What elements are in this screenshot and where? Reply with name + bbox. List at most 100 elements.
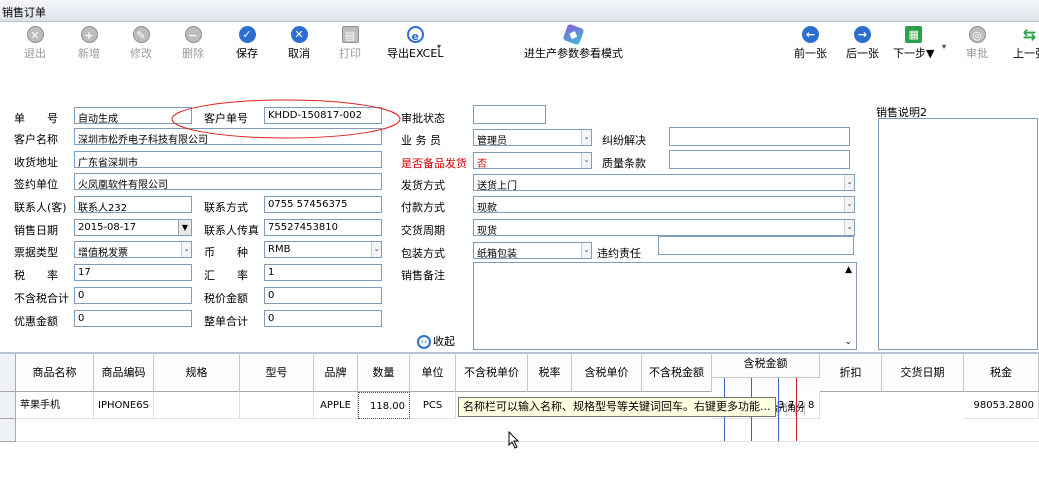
chevron-down-icon[interactable]: ⌄ <box>581 153 591 168</box>
next-step-button[interactable]: ▦ 下一步▼ <box>893 26 934 61</box>
sales-note2-textarea[interactable] <box>878 118 1038 350</box>
up-button[interactable]: ⇆ 上一张 <box>1013 26 1039 61</box>
excl-tax-total-label: 不含税合计 <box>14 292 69 305</box>
col-header-brand[interactable]: 品牌 <box>314 354 358 392</box>
cell-tax[interactable]: 98053.2800 <box>964 392 1039 419</box>
col-header-incl-price[interactable]: 含税单价 <box>572 354 642 392</box>
ship-method-field[interactable]: 送货上门 ⌄ <box>473 174 855 191</box>
prev-button[interactable]: ← 前一张 <box>794 26 827 61</box>
contact-phone-field[interactable]: 0755 57456375 <box>264 196 382 213</box>
order-total-label: 整单合计 <box>204 315 248 328</box>
breach-field[interactable] <box>658 236 854 255</box>
toolbar: ✕ 退出 + 新增 ✎ 修改 − 删除 ✓ 保存 ✕ 取消 ▤ 打印 e 导出E… <box>0 22 1039 68</box>
sale-date-field[interactable]: 2015-08-17 ▼ <box>74 219 192 236</box>
col-header-spec[interactable]: 规格 <box>154 354 240 392</box>
chevron-down-icon[interactable]: ▼ <box>178 220 191 235</box>
pay-method-label: 付款方式 <box>401 201 445 214</box>
salesman-label: 业 务 员 <box>401 134 441 147</box>
collapse-button[interactable]: ‹‹ 收起 <box>417 333 455 349</box>
cell-name[interactable]: 苹果手机 <box>16 392 94 419</box>
cell-spec[interactable] <box>154 392 240 419</box>
currency-label: 币 种 <box>204 246 248 259</box>
col-header-tax-rate[interactable]: 税率 <box>528 354 572 392</box>
cancel-button[interactable]: ✕ 取消 <box>288 26 310 61</box>
col-header-name[interactable]: 商品名称 <box>16 354 94 392</box>
col-header-incl-amount[interactable]: 含税金额 <box>712 354 820 378</box>
edit-button[interactable]: ✎ 修改 <box>130 26 152 61</box>
salesman-field[interactable]: 管理员 ⌄ <box>473 129 592 146</box>
trade-cycle-field[interactable]: 现货 ⌄ <box>473 219 855 236</box>
cell-code[interactable]: IPHONE6S <box>94 392 154 419</box>
edit-icon: ✎ <box>132 26 150 43</box>
prepare-goods-field[interactable]: 否 ⌄ <box>473 152 592 169</box>
col-header-unit[interactable]: 单位 <box>410 354 456 392</box>
exit-button[interactable]: ✕ 退出 <box>24 26 46 61</box>
order-total-field[interactable]: 0 <box>264 310 382 327</box>
chevron-down-icon[interactable]: ⌄ <box>581 130 591 145</box>
contact-fax-field[interactable]: 75527453810 <box>264 219 382 236</box>
contact-fax-label: 联系人传真 <box>204 224 259 237</box>
print-button[interactable]: ▤ 打印 <box>339 26 361 61</box>
grid-corner <box>0 354 16 392</box>
contact-field[interactable]: 联系人232 <box>74 196 192 213</box>
cell-model[interactable] <box>240 392 314 419</box>
dispute-label: 纠纷解决 <box>602 134 646 147</box>
export-dropdown-arrow[interactable]: ▾ <box>437 42 441 51</box>
cell-brand[interactable]: APPLE <box>314 392 358 419</box>
invoice-type-field[interactable]: 增值税发票 ⌄ <box>74 241 192 258</box>
col-header-code[interactable]: 商品编码 <box>94 354 154 392</box>
sales-remark-textarea[interactable]: ▲ ⌄ <box>473 262 857 350</box>
production-mode-button[interactable]: ◆ 进生产参数参看模式 <box>524 23 623 61</box>
empty-row[interactable] <box>16 419 1039 442</box>
tax-amount-field[interactable]: 0 <box>264 287 382 304</box>
col-header-discount[interactable]: 折扣 <box>820 354 882 392</box>
save-button[interactable]: ✓ 保存 <box>236 26 258 61</box>
col-header-delivery-date[interactable]: 交货日期 <box>882 354 964 392</box>
chevron-down-icon[interactable]: ⌄ <box>844 220 854 235</box>
sale-date-label: 销售日期 <box>14 224 58 237</box>
chevron-down-icon[interactable]: ⌄ <box>181 242 191 257</box>
dispute-field[interactable] <box>669 127 850 146</box>
signing-unit-field[interactable]: 火凤凰软件有限公司 <box>74 173 382 190</box>
add-button[interactable]: + 新增 <box>78 26 100 61</box>
scroll-down-icon[interactable]: ⌄ <box>844 337 852 347</box>
excl-tax-total-field[interactable]: 0 <box>74 287 192 304</box>
chevron-down-icon[interactable]: ⌄ <box>371 242 381 257</box>
cell-unit[interactable]: PCS <box>410 392 456 419</box>
col-header-model[interactable]: 型号 <box>240 354 314 392</box>
address-field[interactable]: 广东省深圳市 <box>74 151 382 168</box>
quality-field[interactable] <box>669 150 850 169</box>
pay-method-field[interactable]: 现款 ⌄ <box>473 196 855 213</box>
arrow-right-icon: → <box>854 26 871 43</box>
approval-status-label: 审批状态 <box>401 112 445 125</box>
trade-cycle-label: 交货周期 <box>401 224 445 237</box>
next-button[interactable]: → 后一张 <box>846 26 879 61</box>
chevron-down-icon[interactable]: ⌄ <box>581 243 591 258</box>
order-no-label: 单 号 <box>14 112 58 125</box>
product-grid: 商品名称 商品编码 规格 型号 品牌 数量 单位 不含税单价 税率 含税单价 不… <box>0 354 1039 497</box>
approval-status-field[interactable] <box>473 105 546 124</box>
currency-field[interactable]: RMB ⌄ <box>264 241 382 258</box>
tax-rate-field[interactable]: 17 <box>74 264 192 281</box>
col-header-qty[interactable]: 数量 <box>358 354 410 392</box>
col-header-excl-amount[interactable]: 不含税金额 <box>642 354 712 392</box>
exchange-field[interactable]: 1 <box>264 264 382 281</box>
annotation-ellipse <box>171 99 401 139</box>
chevron-down-icon[interactable]: ⌄ <box>844 175 854 190</box>
row-selector[interactable] <box>0 392 16 419</box>
chevron-down-icon[interactable]: ⌄ <box>844 197 854 212</box>
next-step-dropdown-arrow[interactable]: ▾ <box>942 42 946 51</box>
package-field[interactable]: 纸箱包装 ⌄ <box>473 242 592 259</box>
scroll-up-icon[interactable]: ▲ <box>845 265 852 275</box>
breach-label: 违约责任 <box>597 247 641 260</box>
address-label: 收货地址 <box>14 156 58 169</box>
tax-amount-label: 税价金额 <box>204 292 248 305</box>
delete-button[interactable]: − 删除 <box>182 26 204 61</box>
discount-field[interactable]: 0 <box>74 310 192 327</box>
col-header-tax[interactable]: 税金 <box>964 354 1039 392</box>
cell-qty[interactable]: 118.00 <box>358 392 410 419</box>
approve-button[interactable]: ◎ 审批 <box>966 26 988 61</box>
col-header-excl-price[interactable]: 不含税单价 <box>456 354 528 392</box>
export-excel-button[interactable]: e 导出EXCEL <box>387 26 443 61</box>
row-selector[interactable] <box>0 419 16 442</box>
